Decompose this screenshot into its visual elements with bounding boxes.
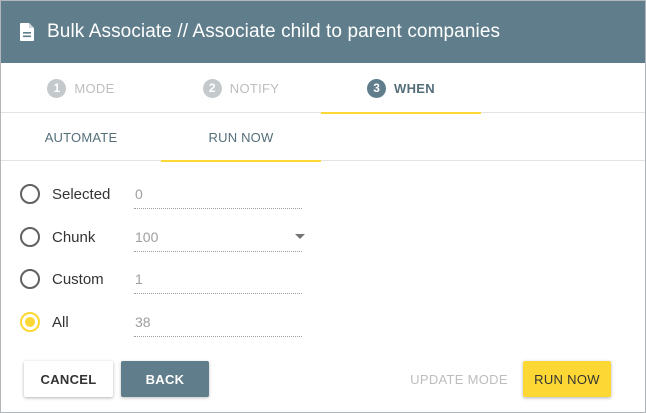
step-number: 3: [367, 78, 387, 98]
chunk-select-value: 100: [135, 228, 159, 245]
chunk-select[interactable]: 100: [134, 222, 305, 252]
cancel-button[interactable]: CANCEL: [24, 361, 113, 397]
step-mode[interactable]: 1 MODE: [1, 63, 161, 113]
stepper: 1 MODE 2 NOTIFY 3 WHEN: [1, 63, 645, 114]
option-selected: Selected 0: [20, 179, 320, 209]
option-label: Selected: [52, 185, 111, 203]
custom-radio[interactable]: [20, 269, 40, 289]
all-value-field: 38: [134, 307, 302, 337]
update-mode-button[interactable]: UPDATE MODE: [403, 361, 515, 397]
when-tabs: AUTOMATE RUN NOW: [1, 113, 645, 162]
step-label: WHEN: [394, 80, 435, 96]
step-notify[interactable]: 2 NOTIFY: [161, 63, 321, 113]
option-label: All: [52, 313, 69, 331]
step-label: NOTIFY: [229, 80, 280, 96]
chunk-radio[interactable]: [20, 227, 40, 247]
radio-dot: [25, 317, 35, 327]
step-label: MODE: [74, 80, 115, 96]
option-label: Chunk: [52, 228, 96, 246]
back-button[interactable]: BACK: [121, 361, 209, 397]
bulk-associate-dialog: Bulk Associate // Associate child to par…: [0, 0, 646, 413]
run-now-button[interactable]: RUN NOW: [523, 361, 611, 397]
custom-value-field[interactable]: 1: [134, 264, 302, 294]
dialog-header: Bulk Associate // Associate child to par…: [1, 1, 645, 63]
option-label: Custom: [52, 270, 104, 288]
chevron-down-icon: [295, 234, 305, 239]
step-number: 1: [47, 78, 67, 98]
dialog-title: Bulk Associate // Associate child to par…: [47, 21, 501, 42]
selected-radio[interactable]: [20, 184, 40, 204]
all-radio[interactable]: [20, 312, 40, 332]
option-all: All 38: [20, 307, 320, 337]
step-when[interactable]: 3 WHEN: [321, 63, 481, 114]
step-number: 2: [202, 78, 222, 98]
tab-run-now[interactable]: RUN NOW: [161, 113, 321, 162]
option-custom: Custom 1: [20, 264, 320, 294]
document-icon: [20, 23, 34, 41]
option-chunk: Chunk 100: [20, 222, 320, 252]
selected-value-field[interactable]: 0: [134, 179, 302, 209]
tab-automate[interactable]: AUTOMATE: [1, 113, 161, 161]
